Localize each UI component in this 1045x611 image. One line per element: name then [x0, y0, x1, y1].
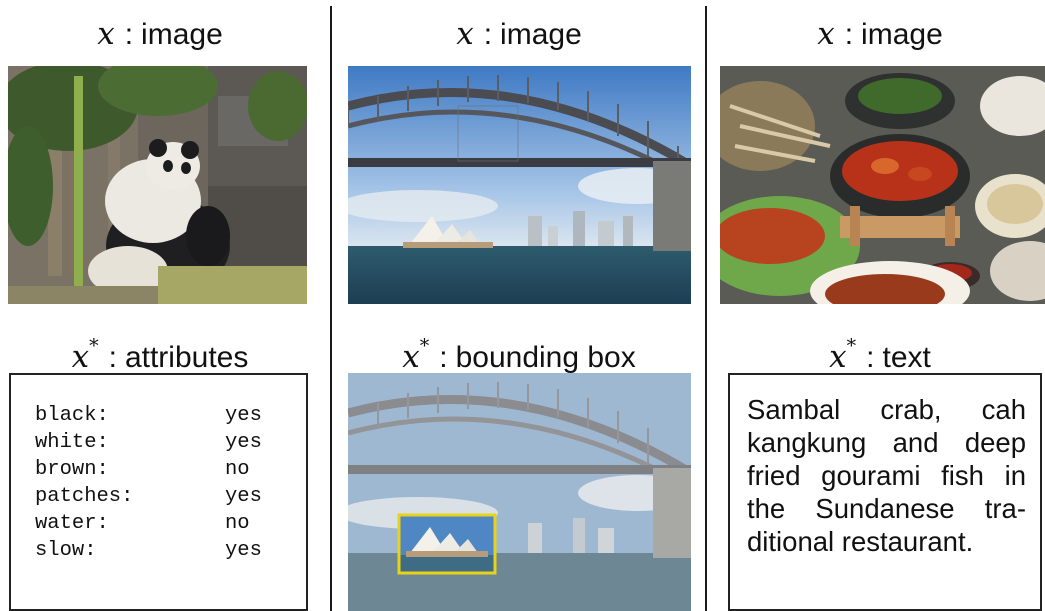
attribute-list: black: yes white: yes brown: no patches: yes… — [9, 373, 308, 611]
harbour-bridge-faded-photo-icon — [348, 373, 691, 611]
attribute-name: slow: — [35, 539, 97, 562]
attribute-name: black: — [35, 404, 109, 427]
attribute-row: slow: yes — [35, 537, 306, 564]
attribute-value: yes — [225, 539, 262, 562]
attribute-name: white: — [35, 431, 109, 454]
attribute-value: yes — [225, 485, 262, 508]
column-divider-right — [705, 6, 707, 611]
attribute-name: water: — [35, 512, 109, 535]
column-divider-left — [330, 6, 332, 611]
attribute-name: patches: — [35, 485, 134, 508]
input-label: x: image — [817, 16, 943, 52]
caption-box: Sambal crab, cah kangkung and deep fried… — [728, 373, 1042, 611]
attribute-row: brown: no — [35, 456, 306, 483]
input-label: x: image — [456, 16, 582, 52]
harbour-bridge-photo-icon — [348, 66, 691, 304]
attribute-name: brown: — [35, 458, 109, 481]
attribute-row: water: no — [35, 510, 306, 537]
attribute-row: patches: yes — [35, 483, 306, 510]
caption-text: Sambal crab, cah kangkung and deep fried… — [747, 394, 1026, 557]
attribute-row: black: yes — [35, 402, 306, 429]
attribute-row: white: yes — [35, 429, 306, 456]
attribute-value: yes — [225, 404, 262, 427]
attribute-value: no — [225, 512, 250, 535]
target-label: x*: bounding box — [402, 335, 636, 375]
input-label: x: image — [97, 16, 223, 52]
food-table-photo-icon — [720, 66, 1045, 304]
target-label: x*: attributes — [71, 335, 249, 375]
panel-bounding-box: x: image x*: bounding box — [340, 0, 698, 611]
target-label: x*: text — [829, 335, 931, 375]
attribute-value: no — [225, 458, 250, 481]
panel-attributes: x: image x*: attributes black: yes whit… — [0, 0, 320, 611]
attribute-value: yes — [225, 431, 262, 454]
panda-photo-icon — [8, 66, 307, 304]
panel-text: x: image x*: text Sambal crab, cah kangk… — [715, 0, 1045, 611]
